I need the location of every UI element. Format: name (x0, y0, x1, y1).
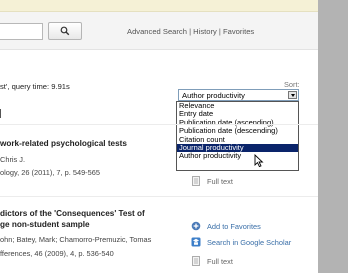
result-authors: Chris J. (0, 155, 26, 164)
full-text-label: Full text (207, 176, 233, 186)
header-links: Advanced Search | History | Favorites (127, 27, 255, 36)
history-link[interactable]: History (193, 27, 217, 36)
add-circle-icon (191, 221, 201, 231)
full-text-label: Full text (207, 256, 233, 266)
query-info: st', query time: 9.91s (0, 82, 70, 91)
favorites-link[interactable]: Favorites (223, 27, 254, 36)
google-scholar-action[interactable]: Search in Google Scholar (191, 237, 291, 247)
document-icon (192, 256, 200, 266)
add-favorites-action[interactable]: Add to Favorites (191, 221, 261, 231)
result-source: fferences, 46 (2009), 4, p. 536-540 (0, 249, 114, 258)
document-icon (192, 176, 200, 186)
advanced-search-link[interactable]: Advanced Search (127, 27, 187, 36)
search-button[interactable] (48, 22, 82, 40)
sort-selected-value: Author productivity (182, 91, 245, 100)
result-divider (0, 124, 318, 125)
sort-label: Sort: (284, 80, 300, 89)
result-title[interactable]: work-related psychological tests (0, 139, 127, 148)
sort-dropdown-list: Relevance Entry date Publication date (a… (176, 101, 299, 171)
top-banner (0, 0, 318, 12)
result-title-line2[interactable]: ge non-student sample (0, 220, 90, 229)
full-text-action[interactable]: Full text (191, 256, 233, 266)
dropdown-arrow-icon[interactable] (288, 91, 297, 99)
sort-select[interactable]: Author productivity (178, 89, 299, 101)
sort-option-author-productivity[interactable]: Author productivity (177, 151, 298, 160)
scholar-icon (191, 237, 201, 247)
mouse-pointer-icon (254, 154, 264, 168)
window-side-panel (318, 0, 348, 273)
add-favorites-label: Add to Favorites (207, 221, 261, 231)
search-input[interactable] (0, 23, 43, 40)
result-source: ology, 26 (2011), 7, p. 549-565 (0, 168, 100, 177)
result-authors: ohn; Batey, Mark; Chamorro-Premuzic, Tom… (0, 235, 152, 244)
full-text-action[interactable]: Full text (191, 176, 233, 186)
google-scholar-label: Search in Google Scholar (207, 237, 292, 247)
search-icon (60, 26, 70, 36)
result-title-line1[interactable]: dictors of the 'Consequences' Test of (0, 209, 145, 218)
result-divider (0, 196, 318, 197)
text-cursor (0, 109, 1, 118)
